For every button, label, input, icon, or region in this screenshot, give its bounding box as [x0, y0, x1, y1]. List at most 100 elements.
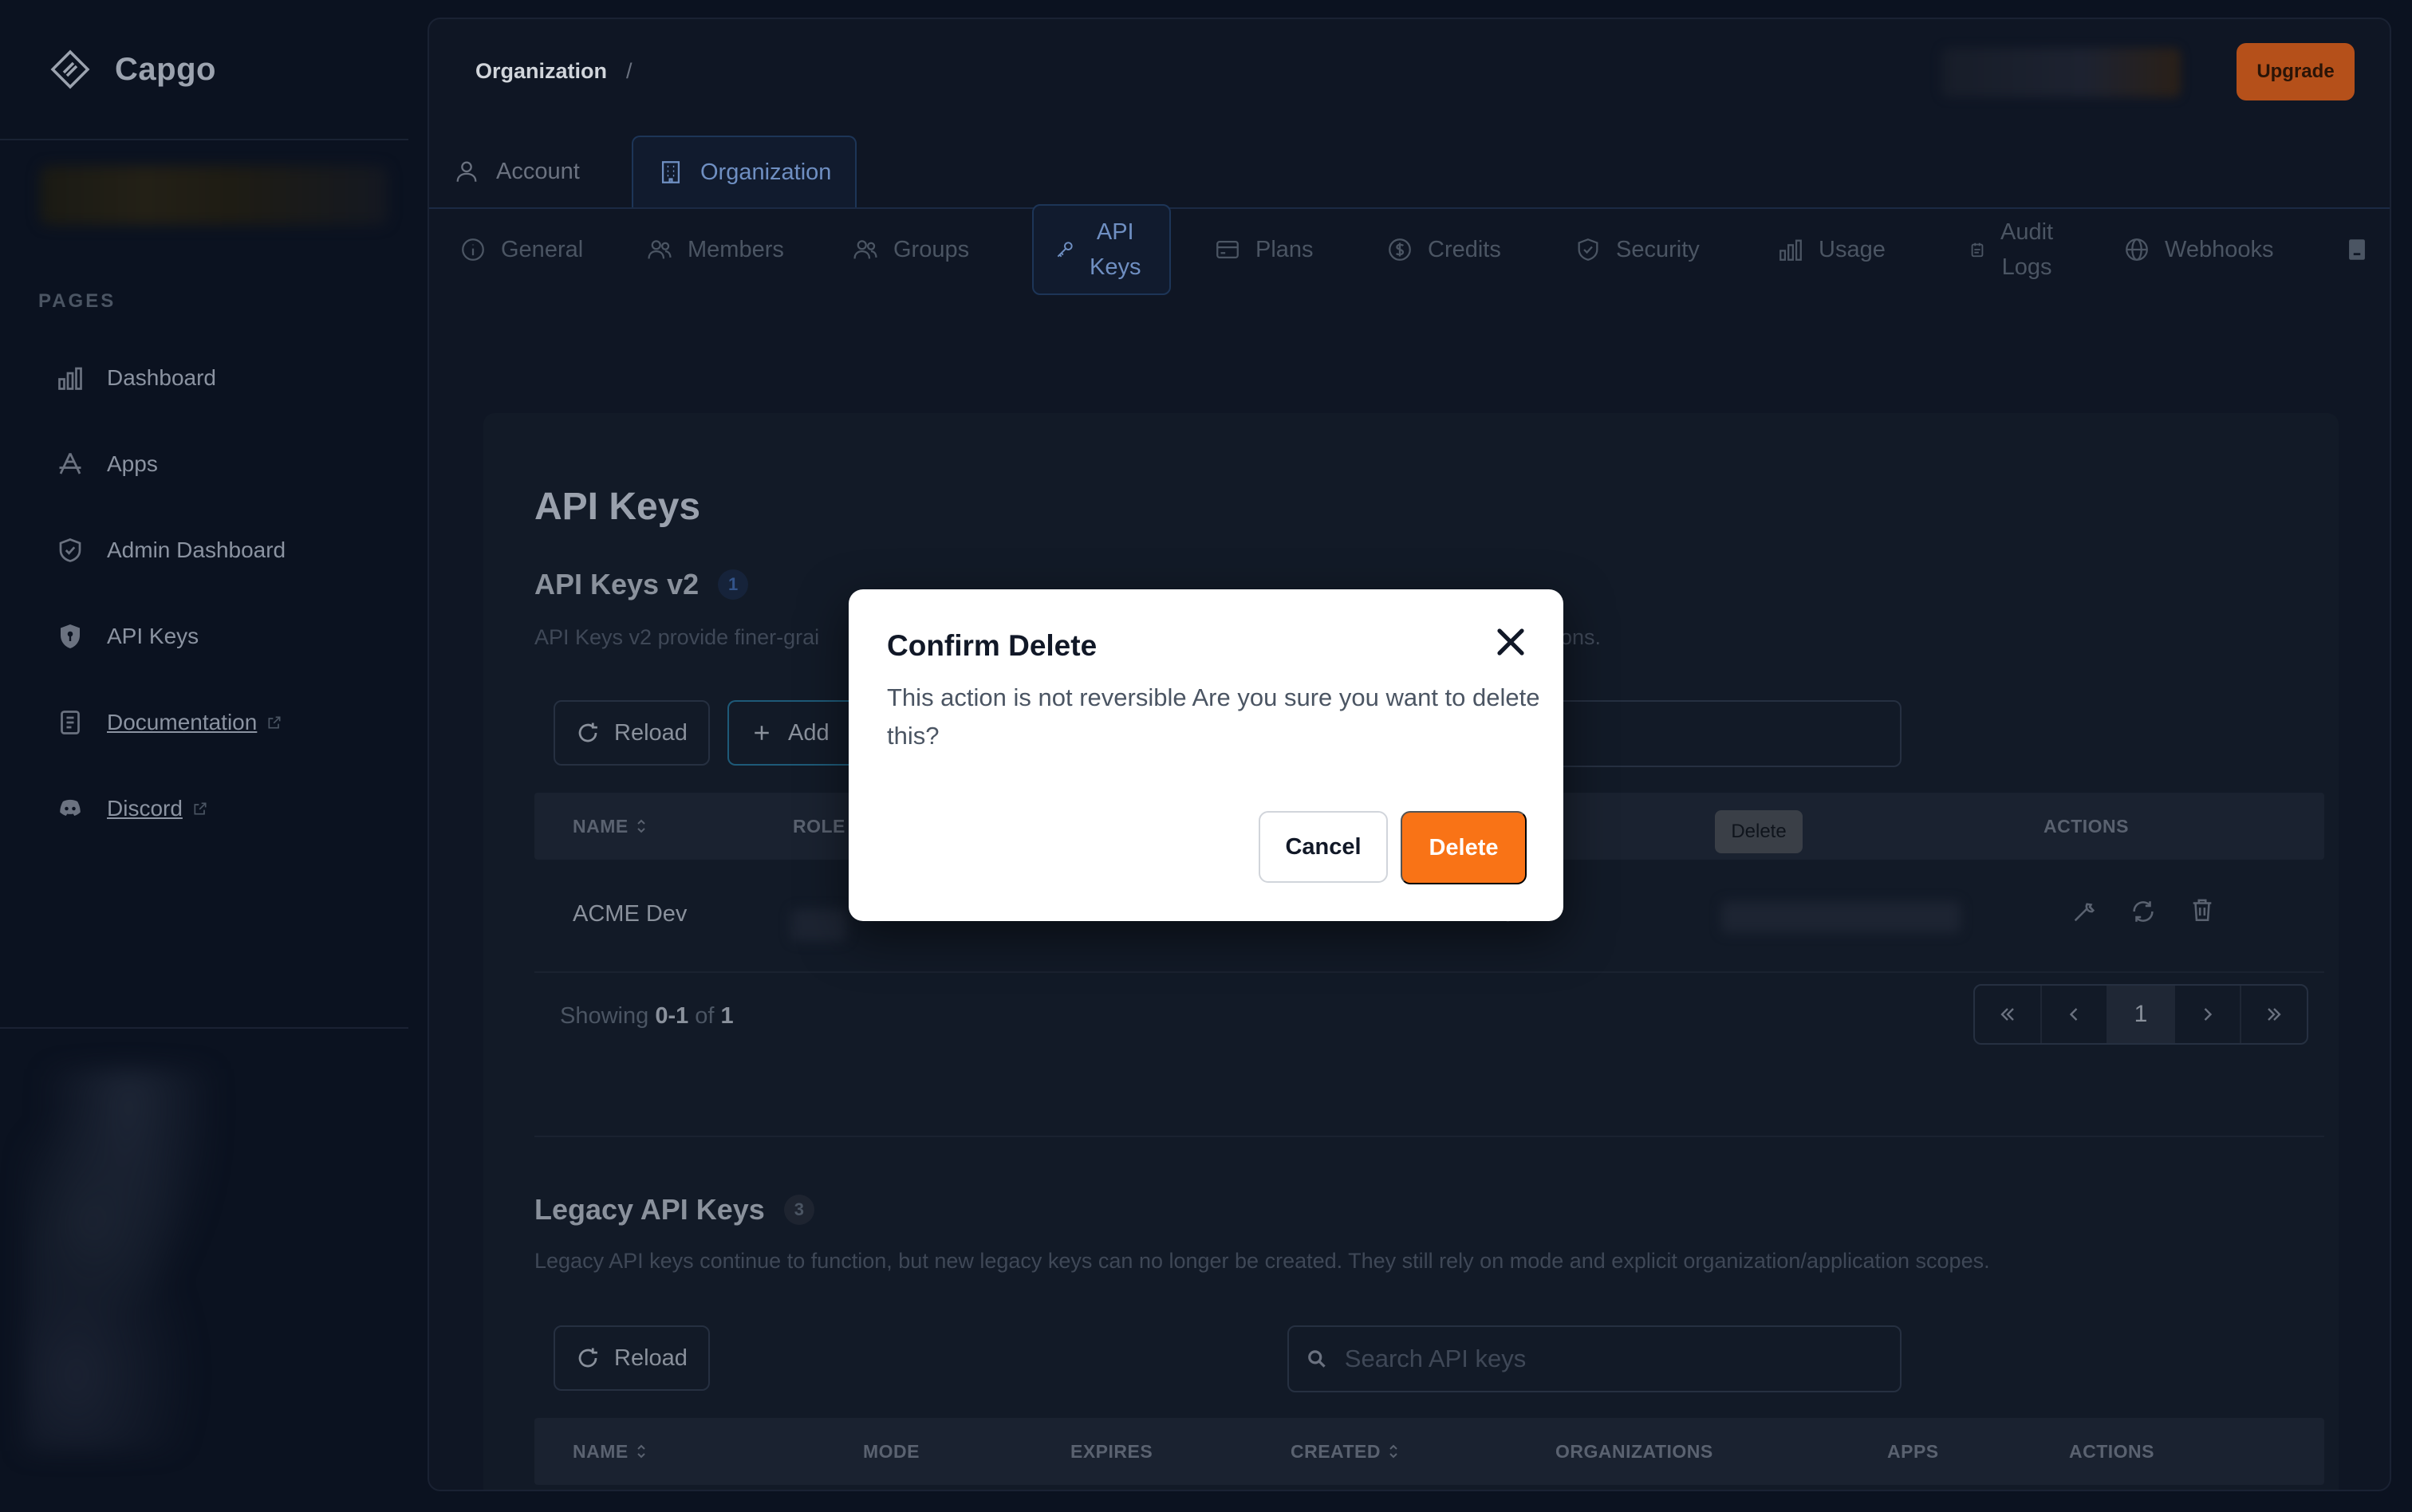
bar-chart-icon [1779, 239, 1802, 261]
regenerate-icon[interactable] [2130, 898, 2157, 925]
section-divider [534, 1136, 2324, 1137]
legacy-reload-button[interactable]: Reload [554, 1325, 710, 1391]
last-page-button[interactable] [2241, 986, 2307, 1043]
page-button-current[interactable]: 1 [2108, 986, 2175, 1043]
key-shield-icon [61, 624, 80, 648]
next-page-button[interactable] [2175, 986, 2242, 1043]
sort-icon [1389, 1444, 1397, 1459]
legacy-search-api-keys[interactable] [1287, 1325, 1902, 1392]
delete-tooltip: Delete [1715, 810, 1803, 853]
sidebar-item-api-keys[interactable]: API Keys [56, 612, 199, 660]
subtab-credits[interactable]: Credits [1366, 204, 1522, 295]
delete-button[interactable]: Delete [1401, 811, 1527, 884]
building-icon [661, 161, 680, 183]
subtab-label: API Keys [1090, 215, 1141, 285]
sidebar-item-documentation[interactable]: Documentation [56, 699, 282, 746]
subtab-plans[interactable]: Plans [1193, 204, 1334, 295]
upgrade-button[interactable]: Upgrade [2237, 43, 2355, 100]
users-icon [648, 240, 672, 259]
role-value [791, 909, 847, 941]
reload-label: Reload [614, 719, 688, 746]
breadcrumb-separator: / [626, 59, 633, 83]
chevrons-left-icon [2000, 1008, 2014, 1021]
tab-account[interactable]: Account [429, 136, 604, 207]
pagination: 1 [1973, 984, 2308, 1045]
column-role: ROLE [793, 815, 845, 837]
showing-total: 1 [720, 1003, 734, 1029]
cancel-button[interactable]: Cancel [1259, 811, 1388, 883]
pagination-summary: Showing 0-1 of 1 [560, 1003, 734, 1030]
sidebar-item-label: API Keys [107, 624, 199, 648]
column-name[interactable]: NAME [573, 793, 648, 860]
first-page-button[interactable] [1975, 986, 2042, 1043]
refresh-icon [578, 1348, 597, 1368]
users-icon [853, 240, 877, 259]
breadcrumb-item[interactable]: Organization [475, 59, 607, 84]
column-created[interactable]: CREATED [1291, 1418, 1400, 1485]
close-icon[interactable] [1492, 623, 1530, 661]
document-icon [61, 711, 80, 734]
subtab-audit-logs[interactable]: Audit Logs [1948, 204, 2074, 295]
subtab-label-line: Audit [2000, 219, 2054, 245]
sidebar-item-discord[interactable]: Discord [56, 785, 208, 833]
column-expires: EXPIRES [1070, 1440, 1153, 1462]
subtab-usage[interactable]: Usage [1756, 204, 1906, 295]
key-icon [1057, 242, 1073, 258]
subtab-label: Credits [1428, 236, 1501, 262]
api-keys-card: API Keys API Keys v2 1 API Keys v2 provi… [483, 413, 2339, 1490]
sidebar-divider [0, 1027, 408, 1029]
subtab-general[interactable]: General [439, 204, 604, 295]
subtab-api-keys[interactable]: API Keys [1032, 204, 1171, 295]
subtab-label: Usage [1819, 236, 1886, 262]
subtab-security[interactable]: Security [1554, 204, 1720, 295]
subtab-label-line: Keys [1090, 254, 1141, 280]
legacy-table-header: NAME MODE EXPIRES CREATED ORGANIZATIONS … [534, 1418, 2324, 1485]
showing-of: of [695, 1003, 715, 1029]
reload-button[interactable]: Reload [554, 700, 710, 766]
legacy-api-keys-header: Legacy API Keys 3 [534, 1193, 814, 1227]
sidebar-item-apps[interactable]: Apps [56, 440, 158, 488]
user-icon [456, 161, 477, 182]
sidebar-item-label: Dashboard [107, 365, 216, 390]
subtab-groups[interactable]: Groups [831, 204, 990, 295]
sidebar-item-admin-dashboard[interactable]: Admin Dashboard [56, 526, 286, 574]
column-name[interactable]: NAME [573, 1418, 648, 1485]
plus-icon [755, 726, 769, 740]
sidebar-item-label: Discord [107, 796, 183, 821]
section-title: API Keys v2 [534, 568, 700, 600]
shield-check-icon [1578, 238, 1598, 261]
log-icon [1971, 242, 1984, 258]
api-keys-v2-header: API Keys v2 1 [534, 568, 749, 601]
organization-selector[interactable] [40, 166, 388, 225]
trash-icon[interactable] [2189, 896, 2216, 923]
search-input[interactable] [1344, 1345, 1882, 1373]
sort-icon [637, 819, 645, 833]
column-actions: ACTIONS [2044, 815, 2129, 837]
credit-card-icon [1216, 240, 1239, 259]
user-profile-area[interactable] [24, 1069, 287, 1451]
modal-message: This action is not reversible Are you su… [887, 683, 1540, 750]
sidebar-section-label: PAGES [38, 290, 116, 312]
subtab-label-line: Logs [2001, 254, 2052, 280]
subtab-label: Groups [893, 236, 970, 262]
column-apps: APPS [1887, 1440, 1939, 1462]
breadcrumb: Organization / [475, 59, 633, 84]
dollar-circle-icon [1389, 238, 1411, 261]
section-title: Legacy API Keys [534, 1193, 765, 1226]
confirm-delete-modal: Confirm Delete This action is not revers… [849, 589, 1563, 921]
tab-organization[interactable]: Organization [632, 136, 857, 207]
column-label: CREATED [1291, 1440, 1381, 1462]
wrench-icon[interactable] [2071, 898, 2098, 925]
column-label: NAME [573, 815, 629, 837]
reload-label: Reload [614, 1345, 688, 1371]
subtab-members[interactable]: Members [625, 204, 805, 295]
brand[interactable]: Capgo [49, 45, 216, 94]
chevron-right-icon [2204, 1008, 2212, 1021]
column-organizations: ORGANIZATIONS [1555, 1440, 1713, 1462]
prev-page-button[interactable] [2042, 986, 2109, 1043]
section-description: API Keys v2 provide finer-grai [534, 625, 819, 650]
sidebar-item-dashboard[interactable]: Dashboard [56, 354, 216, 402]
subtab-webhooks[interactable]: Webhooks [2103, 204, 2295, 295]
subtab-more[interactable] [2343, 204, 2371, 295]
tab-label: Account [496, 158, 580, 184]
